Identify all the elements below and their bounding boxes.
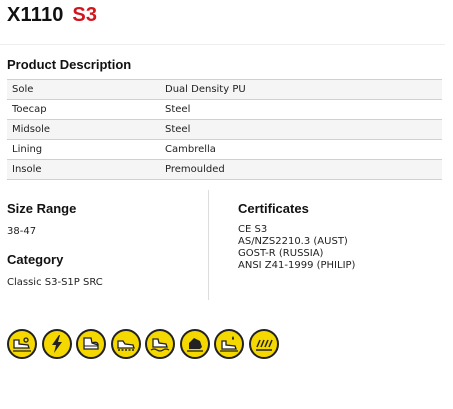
safety-rating: S3: [72, 4, 98, 26]
certificates-list: CE S3 AS/NZS2210.3 (AUST) GOST-R (RUSSIA…: [238, 224, 355, 272]
water-resistant-icon: [145, 329, 175, 359]
title-divider: [0, 44, 445, 45]
table-row: Sole Dual Density PU: [7, 79, 442, 100]
table-row: Midsole Steel: [7, 119, 442, 140]
spec-value: Cambrella: [160, 139, 442, 160]
midsole-penetration-icon: [110, 329, 141, 359]
product-title: X1110 S3: [7, 4, 97, 27]
spec-value: Steel: [160, 119, 442, 140]
category-value: Classic S3-S1P SRC: [7, 277, 103, 288]
spec-key: Insole: [7, 159, 160, 180]
category-heading: Category: [7, 252, 64, 267]
certificates-heading: Certificates: [238, 201, 309, 216]
energy-absorbing-heel-icon: [179, 329, 210, 359]
toecap-protection-icon: [76, 329, 106, 359]
column-divider: [208, 190, 209, 300]
oil-resistant-sole-icon: [214, 329, 244, 359]
product-code: X1110: [7, 4, 64, 26]
spec-key: Lining: [7, 139, 160, 160]
size-range-value: 38-47: [7, 226, 37, 237]
table-row: Insole Premoulded: [7, 159, 442, 180]
spec-key: Midsole: [7, 119, 160, 140]
product-description-table: Sole Dual Density PU Toecap Steel Midsol…: [7, 79, 442, 180]
table-row: Lining Cambrella: [7, 139, 442, 160]
product-description-heading: Product Description: [7, 57, 132, 72]
antistatic-lightning-icon: [41, 329, 72, 359]
heat-resistant-sole-icon: [248, 329, 279, 359]
table-row: Toecap Steel: [7, 99, 442, 120]
certificate-item: ANSI Z41-1999 (PHILIP): [238, 260, 356, 271]
feature-icons: [7, 329, 283, 359]
certificate-item: AS/NZS2210.3 (AUST): [238, 236, 348, 247]
spec-key: Toecap: [7, 99, 160, 120]
spec-value: Steel: [160, 99, 442, 120]
spec-key: Sole: [7, 79, 160, 100]
size-range-heading: Size Range: [7, 201, 77, 216]
spec-value: Dual Density PU: [160, 79, 442, 100]
spec-value: Premoulded: [160, 159, 442, 180]
certificate-item: GOST-R (RUSSIA): [238, 248, 324, 259]
certificate-item: CE S3: [238, 224, 268, 235]
boot-slip-resistant-icon: [7, 329, 37, 359]
